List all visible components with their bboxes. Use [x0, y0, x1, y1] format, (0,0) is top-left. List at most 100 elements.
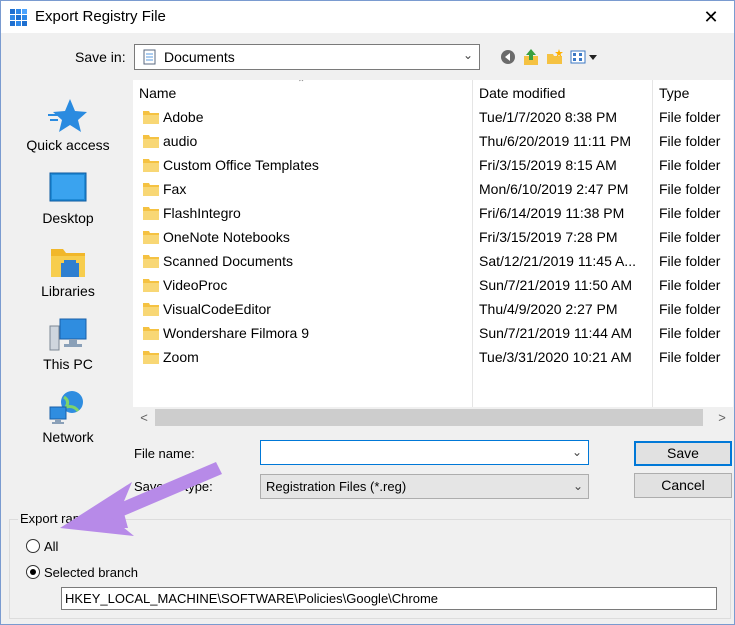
file-date: Sat/12/21/2019 11:45 A... — [479, 253, 636, 269]
folder-icon — [143, 207, 159, 220]
libraries-icon — [51, 249, 85, 277]
file-name: Adobe — [163, 109, 204, 125]
file-date: Sun/7/21/2019 11:50 AM — [479, 277, 633, 293]
horizontal-scrollbar[interactable]: < > — [133, 407, 733, 428]
window-title: Export Registry File — [35, 8, 166, 25]
folder-icon — [143, 231, 159, 244]
up-folder-button[interactable] — [520, 46, 542, 68]
file-list[interactable]: Name ⌃ Date modified Type Adobe Tue/1/7/2… — [133, 80, 733, 428]
radio-all-label[interactable]: All — [44, 539, 58, 554]
file-row[interactable]: Wondershare Filmora 9 Sun/7/21/2019 11:44… — [133, 322, 733, 346]
file-type: File folder — [659, 253, 721, 269]
place-libraries[interactable]: Libraries — [7, 235, 129, 305]
file-type: File folder — [659, 301, 721, 317]
folder-icon — [143, 111, 159, 124]
back-icon — [501, 50, 515, 64]
file-type: File folder — [659, 349, 721, 365]
file-row[interactable]: audio Thu/6/20/2019 11:11 PM File folder — [133, 130, 733, 154]
folder-icon — [143, 183, 159, 196]
place-label: Quick access — [26, 137, 110, 153]
file-type: File folder — [659, 205, 721, 221]
scroll-right-icon[interactable]: > — [712, 408, 732, 428]
chevron-down-icon[interactable]: ⌄ — [572, 445, 582, 459]
save-in-dropdown[interactable]: Documents ⌄ — [134, 44, 480, 70]
folder-icon — [143, 159, 159, 172]
views-menu-button[interactable] — [569, 46, 599, 68]
export-range-label: Export range — [18, 511, 97, 526]
save-as-type-value: Registration Files (*.reg) — [266, 479, 407, 494]
file-row[interactable]: Scanned Documents Sat/12/21/2019 11:45 A.… — [133, 250, 733, 274]
file-name-label: File name: — [134, 446, 195, 461]
file-type: File folder — [659, 157, 721, 173]
file-row[interactable]: OneNote Notebooks Fri/3/15/2019 7:28 PM Fi… — [133, 226, 733, 250]
file-date: Tue/3/31/2020 10:21 AM — [479, 349, 632, 365]
close-button[interactable]: ✕ — [688, 1, 734, 33]
cancel-button[interactable]: Cancel — [634, 473, 732, 498]
file-row[interactable]: FlashIntegro Fri/6/14/2019 11:38 PM File f… — [133, 202, 733, 226]
file-name: Scanned Documents — [163, 253, 293, 269]
folder-icon — [143, 255, 159, 268]
back-button[interactable] — [497, 46, 519, 68]
folder-icon — [143, 303, 159, 316]
file-name: Zoom — [163, 349, 199, 365]
folder-icon — [143, 327, 159, 340]
column-header-date[interactable]: Date modified — [473, 80, 652, 107]
file-row[interactable]: Adobe Tue/1/7/2020 8:38 PM File folder — [133, 106, 733, 130]
sort-ascending-icon: ⌃ — [297, 80, 306, 89]
place-this-pc[interactable]: This PC — [7, 308, 129, 378]
chevron-down-icon: ⌄ — [462, 48, 473, 62]
folder-icon — [143, 351, 159, 364]
file-type: File folder — [659, 325, 721, 341]
file-type: File folder — [659, 277, 721, 293]
file-name: FlashIntegro — [163, 205, 241, 221]
registry-editor-icon — [10, 9, 27, 26]
chevron-down-icon: ⌄ — [572, 479, 583, 493]
file-row[interactable]: Zoom Tue/3/31/2020 10:21 AM File folder — [133, 346, 733, 370]
views-menu-icon — [570, 50, 597, 64]
place-label: This PC — [43, 356, 93, 372]
documents-folder-icon — [143, 49, 156, 65]
place-label: Libraries — [41, 283, 95, 299]
file-date: Sun/7/21/2019 11:44 AM — [479, 325, 633, 341]
new-folder-icon — [547, 49, 563, 64]
place-quick-access[interactable]: Quick access — [7, 89, 129, 159]
file-name: OneNote Notebooks — [163, 229, 290, 245]
file-date: Tue/1/7/2020 8:38 PM — [479, 109, 618, 125]
place-network[interactable]: Network — [7, 381, 129, 451]
save-button[interactable]: Save — [634, 441, 732, 466]
selected-branch-input[interactable] — [61, 587, 717, 610]
close-icon: ✕ — [703, 6, 719, 27]
file-row[interactable]: VisualCodeEditor Thu/4/9/2020 2:27 PM File… — [133, 298, 733, 322]
folder-icon — [143, 135, 159, 148]
file-name: Wondershare Filmora 9 — [163, 325, 310, 341]
radio-all[interactable] — [26, 539, 40, 553]
file-date: Thu/6/20/2019 11:11 PM — [479, 133, 632, 149]
title-bar: Export Registry File ✕ — [1, 1, 734, 33]
file-name: Custom Office Templates — [163, 157, 319, 173]
scrollbar-thumb[interactable] — [155, 409, 703, 426]
file-row[interactable]: VideoProc Sun/7/21/2019 11:50 AM File fold… — [133, 274, 733, 298]
network-icon — [49, 391, 83, 424]
new-folder-button[interactable] — [544, 46, 566, 68]
save-as-type-label: Save as type: — [134, 479, 213, 494]
file-type: File folder — [659, 109, 721, 125]
file-date: Mon/6/10/2019 2:47 PM — [479, 181, 629, 197]
radio-selected-branch-label[interactable]: Selected branch — [44, 565, 138, 580]
radio-selected-branch[interactable] — [26, 565, 40, 579]
file-type: File folder — [659, 181, 721, 197]
save-in-label: Save in: — [75, 49, 126, 65]
file-date: Thu/4/9/2020 2:27 PM — [479, 301, 618, 317]
scroll-left-icon[interactable]: < — [134, 408, 154, 428]
file-type: File folder — [659, 229, 721, 245]
file-row[interactable]: Fax Mon/6/10/2019 2:47 PM File folder — [133, 178, 733, 202]
file-row[interactable]: Custom Office Templates Fri/3/15/2019 8:1… — [133, 154, 733, 178]
place-desktop[interactable]: Desktop — [7, 162, 129, 232]
quick-access-star-icon — [48, 99, 87, 132]
file-list-header: Name ⌃ Date modified Type — [133, 80, 733, 407]
save-as-type-dropdown[interactable]: Registration Files (*.reg) ⌄ — [260, 474, 589, 499]
column-header-type[interactable]: Type — [653, 80, 733, 107]
save-in-value: Documents — [164, 49, 235, 65]
file-name-input[interactable] — [260, 440, 589, 465]
file-date: Fri/3/15/2019 7:28 PM — [479, 229, 618, 245]
file-type: File folder — [659, 133, 721, 149]
